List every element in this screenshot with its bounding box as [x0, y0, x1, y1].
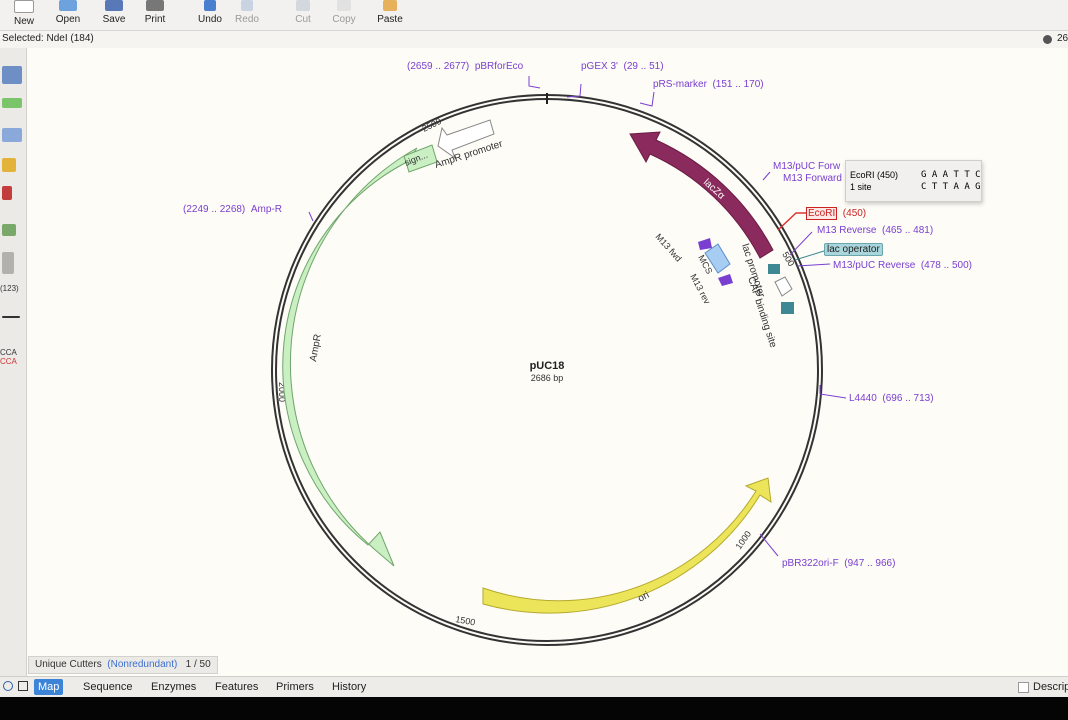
ori-feature[interactable]	[482, 477, 772, 614]
m13puc-fwd-site	[762, 171, 771, 181]
view-tab-bar: Map Sequence Enzymes Features Primers Hi…	[0, 676, 1068, 697]
m13-rev-label: M13 rev	[688, 272, 712, 306]
prs-marker-label[interactable]: pRS-marker (151 .. 170)	[653, 79, 764, 90]
tooltip-sites: 1 site	[850, 182, 872, 192]
pbr322-site	[759, 533, 779, 557]
ampr-primer-site	[308, 211, 314, 222]
lac-operator-tag[interactable]: lac operator	[824, 243, 883, 256]
status-count: 1 / 50	[185, 659, 211, 670]
lacza-feature[interactable]	[629, 131, 774, 259]
tab-features[interactable]: Features	[211, 679, 262, 695]
pbrforeco-site	[528, 76, 541, 89]
m13-rev-site	[789, 231, 813, 256]
lac-operator-mark[interactable]	[768, 264, 780, 274]
m13puc-fwd-label[interactable]: M13/pUC Forw	[773, 161, 840, 172]
ampr-feature[interactable]	[282, 147, 418, 567]
plasmid-size: 2686 bp	[531, 373, 564, 383]
tab-sequence[interactable]: Sequence	[79, 679, 137, 695]
lac-promoter-mark[interactable]	[774, 276, 793, 297]
plasmid-name: pUC18	[530, 360, 565, 372]
tab-primers[interactable]: Primers	[272, 679, 318, 695]
pbrforeco-label[interactable]: (2659 .. 2677) pBRforEco	[407, 61, 523, 72]
m13-forward-label[interactable]: M13 Forward	[783, 173, 842, 184]
lac-operator-site	[794, 250, 825, 261]
m13-fwd-label: M13 fwd	[654, 232, 684, 264]
prs-site	[639, 91, 655, 107]
tooltip-seq-bottom: C T T A A G	[921, 182, 981, 192]
unique-cutters-status[interactable]: Unique Cutters (Nonredundant) 1 / 50	[28, 656, 218, 674]
pgex-label[interactable]: pGEX 3' (29 .. 51)	[581, 61, 664, 72]
cap-site-mark[interactable]	[781, 302, 794, 314]
description-tab[interactable]: Descrip	[1029, 679, 1068, 695]
m13puc-reverse-label[interactable]: M13/pUC Reverse (478 .. 500)	[833, 260, 972, 271]
tab-enzymes[interactable]: Enzymes	[147, 679, 200, 695]
amp-r-primer-label[interactable]: (2249 .. 2268) Amp-R	[183, 204, 282, 215]
m13-reverse-label[interactable]: M13 Reverse (465 .. 481)	[817, 225, 933, 236]
layout-icon[interactable]	[18, 681, 28, 691]
status-label: Unique Cutters	[35, 659, 102, 670]
tab-history[interactable]: History	[328, 679, 370, 695]
tick-500: 500	[780, 250, 796, 268]
status-mode[interactable]: (Nonredundant)	[107, 659, 177, 670]
l4440-label[interactable]: L4440 (696 .. 713)	[849, 393, 934, 404]
l4440-site	[819, 385, 847, 399]
ampr-label: AmpR	[308, 333, 324, 362]
search-icon[interactable]	[3, 681, 13, 691]
enzyme-tooltip: EcoRI (450) 1 site G A A T T C C T T A A…	[845, 160, 982, 202]
tooltip-enzyme: EcoRI (450)	[850, 170, 899, 180]
plasmid-map[interactable]: 2500 2000 1500 1000 500 AmpR sign... Amp…	[0, 0, 1068, 720]
tick-2500: 2500	[420, 116, 442, 134]
video-bar	[0, 697, 1068, 720]
description-checkbox[interactable]	[1018, 682, 1029, 693]
m13-rev-primer[interactable]	[718, 274, 733, 286]
ecori-label[interactable]: EcoRI (450)	[806, 207, 866, 220]
tab-map[interactable]: Map	[34, 679, 64, 695]
tooltip-seq-top: G A A T T C	[921, 170, 981, 180]
m13-fwd-primer[interactable]	[698, 238, 712, 250]
pbr322ori-label[interactable]: pBR322ori-F (947 .. 966)	[782, 558, 895, 569]
